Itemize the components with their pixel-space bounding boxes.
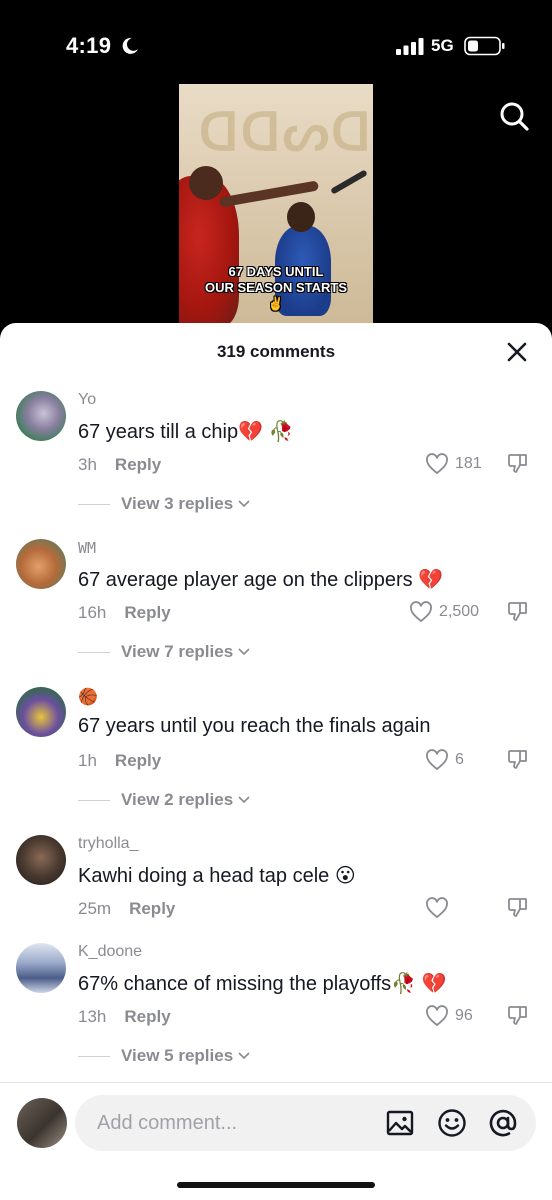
emoji-icon[interactable] [437,1108,467,1138]
comment-time: 25m [78,899,112,918]
heart-icon [426,453,448,475]
replies-divider [78,651,110,653]
dislike-icon[interactable] [506,895,530,919]
avatar[interactable] [16,835,66,885]
replies-divider [78,799,110,801]
court-graphic: ᗡᗡᔕᗡ [199,102,373,163]
reply-button[interactable]: Reply [115,455,161,474]
mention-icon[interactable] [488,1108,518,1138]
dislike-icon[interactable] [506,747,530,771]
player-figure [330,169,368,195]
chevron-down-icon [238,500,250,508]
view-replies[interactable]: View 2 replies [78,790,251,810]
dislike-icon[interactable] [506,1003,530,1027]
reply-button[interactable]: Reply [124,603,170,622]
comments-count-title: 319 comments [216,342,336,361]
avatar[interactable] [16,943,66,993]
replies-divider [78,503,110,505]
view-replies[interactable]: View 3 replies [78,494,251,514]
like-button[interactable]: 6 [425,747,464,773]
like-count: 181 [455,455,482,472]
view-replies-label: View 3 replies [121,494,234,513]
comment-username[interactable]: WM [78,539,96,557]
chevron-down-icon [238,796,250,804]
caption-line-1: 67 DAYS UNTIL [228,264,324,279]
view-replies[interactable]: View 7 replies [78,642,251,662]
video-caption: 67 DAYS UNTIL OUR SEASON STARTS ✌️ [179,264,373,312]
comment-time: 1h [78,751,97,770]
like-button[interactable]: 181 [425,451,482,477]
video-area: ᗡᗡᔕᗡ 67 DAYS UNTIL OUR SEASON STARTS ✌️ [0,84,552,344]
reply-button[interactable]: Reply [124,1007,170,1026]
comment-text: 67 years till a chip💔 🥀 [78,421,294,443]
like-button[interactable] [425,895,455,921]
like-count: 6 [455,751,464,768]
comment-composer [0,1082,552,1200]
comment-username[interactable]: K_doone [78,943,142,961]
image-icon[interactable] [385,1108,415,1138]
comment-text: 67 years until you reach the finals agai… [78,715,431,737]
comment-time: 16h [78,603,107,622]
heart-icon [410,601,432,623]
avatar[interactable] [17,1098,67,1148]
comment-username[interactable]: tryholla_ [78,835,138,853]
comment-time: 13h [78,1007,107,1026]
comment-input[interactable] [97,1095,377,1151]
comment-meta: 13h Reply [78,1007,171,1027]
player-figure [189,166,223,200]
comment-meta: 3h Reply [78,455,161,475]
video-thumbnail[interactable]: ᗡᗡᔕᗡ 67 DAYS UNTIL OUR SEASON STARTS ✌️ [179,84,373,329]
like-count: 2,500 [439,603,480,620]
like-button[interactable]: 2,500 [409,599,479,625]
comment-meta: 1h Reply [78,751,161,771]
reply-button[interactable]: Reply [115,751,161,770]
view-replies-label: View 7 replies [121,642,234,661]
replies-divider [78,1055,110,1057]
dislike-icon[interactable] [506,451,530,475]
view-replies-label: View 5 replies [121,1046,234,1065]
comment-text: 67% chance of missing the playoffs🥀 💔 [78,973,447,995]
dislike-icon[interactable] [506,599,530,623]
comment-username[interactable]: 🏀 [78,687,98,707]
signal-icon [396,38,424,55]
caption-emoji: ✌️ [267,296,285,311]
like-button[interactable]: 96 [425,1003,473,1029]
chevron-down-icon [238,1052,250,1060]
comment-text: Kawhi doing a head tap cele 😮 [78,865,356,887]
reply-button[interactable]: Reply [129,899,175,918]
avatar[interactable] [16,687,66,737]
view-replies[interactable]: View 5 replies [78,1046,251,1066]
player-figure [287,202,315,232]
comment-time: 3h [78,455,97,474]
comment-meta: 16h Reply [78,603,171,623]
comment-username[interactable]: Yo [78,391,96,409]
network-type: 5G [431,36,454,55]
battery-icon [464,36,505,56]
comment-meta: 25m Reply [78,899,175,919]
heart-icon [426,897,448,919]
search-icon[interactable] [498,100,530,132]
view-replies-label: View 2 replies [121,790,234,809]
avatar[interactable] [16,539,66,589]
avatar[interactable] [16,391,66,441]
close-icon[interactable] [506,341,528,363]
heart-icon [426,749,448,771]
chevron-down-icon [238,648,250,656]
status-bar: 4:19 5G [0,0,552,84]
comments-sheet: 319 comments Yo 67 years till a chip💔 🥀 … [0,323,552,1200]
heart-icon [426,1005,448,1027]
like-count: 96 [455,1007,473,1024]
caption-line-2: OUR SEASON STARTS [204,280,348,295]
status-time: 4:19 [66,33,112,58]
moon-icon [122,37,138,54]
comment-input-container[interactable] [75,1095,536,1151]
comment-text: 67 average player age on the clippers 💔 [78,569,444,591]
home-indicator [177,1182,375,1188]
